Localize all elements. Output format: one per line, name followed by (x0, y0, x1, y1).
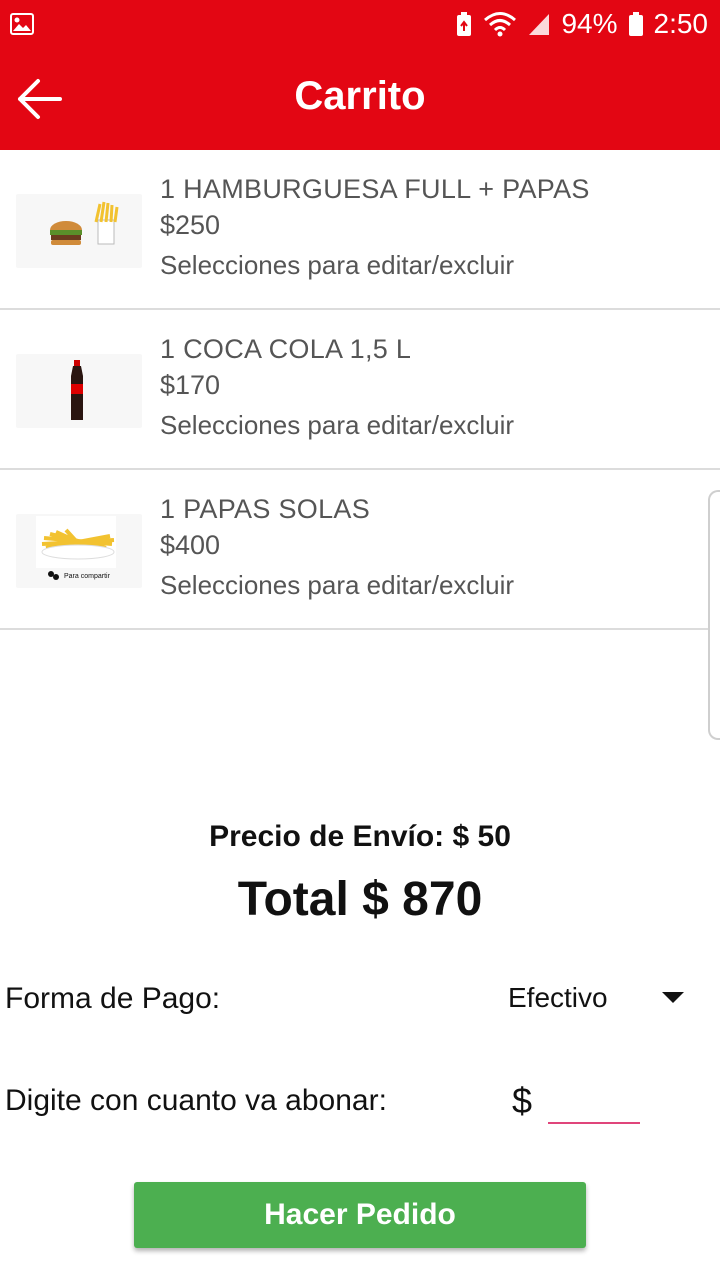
payment-method-label: Forma de Pago: (5, 982, 221, 1015)
shipping-price: Precio de Envío: $ 50 (209, 820, 511, 853)
payment-amount-input[interactable] (548, 1086, 640, 1124)
payment-method-select[interactable]: Efectivo (500, 972, 700, 1026)
order-total: Total $ 870 (237, 873, 483, 926)
item-name: 1 COCA COLA 1,5 L (160, 334, 412, 364)
battery-percent: 94% (561, 8, 618, 39)
item-name: 1 PAPAS SOLAS (160, 494, 370, 524)
dropdown-arrow-icon (662, 992, 684, 1003)
battery-saver-icon (455, 11, 473, 37)
status-bar: 94% 2:50 (0, 0, 720, 48)
status-icons: 94% 2:50 (455, 8, 708, 40)
payment-amount-label: Digite con cuanto va abonar: (5, 1084, 387, 1117)
fries-image-caption: Para compartir (64, 573, 111, 580)
battery-icon (628, 11, 644, 37)
page-title: Carrito (294, 74, 426, 118)
place-order-button[interactable]: Hacer Pedido (134, 1182, 586, 1248)
item-price: $400 (160, 530, 221, 560)
cola-bottle-image (16, 354, 142, 428)
item-hint: Selecciones para editar/excluir (160, 570, 515, 600)
clock: 2:50 (653, 8, 709, 39)
cart-item[interactable]: 1 COCA COLA 1,5 L $170 Selecciones para … (0, 310, 720, 470)
cart-item[interactable]: 1 HAMBURGUESA FULL + PAPAS $250 Seleccio… (0, 150, 720, 310)
currency-symbol: $ (512, 1080, 533, 1121)
wifi-icon (483, 11, 517, 37)
item-hint: Selecciones para editar/excluir (160, 410, 515, 440)
image-icon (10, 13, 34, 35)
item-hint: Selecciones para editar/excluir (160, 250, 515, 280)
cart-item[interactable]: Para compartir 1 PAPAS SOLAS $400 Selecc… (0, 470, 720, 630)
item-price: $170 (160, 370, 221, 400)
fries-image: Para compartir (16, 514, 142, 588)
item-name: 1 HAMBURGUESA FULL + PAPAS (160, 174, 590, 204)
cart-list: 1 HAMBURGUESA FULL + PAPAS $250 Seleccio… (0, 150, 720, 630)
item-price: $250 (160, 210, 221, 240)
payment-method-value: Efectivo (508, 982, 608, 1013)
app-bar: Carrito (0, 48, 720, 150)
burger-fries-image (16, 194, 142, 268)
signal-icon (527, 12, 551, 36)
scrollbar-handle[interactable] (708, 490, 720, 740)
